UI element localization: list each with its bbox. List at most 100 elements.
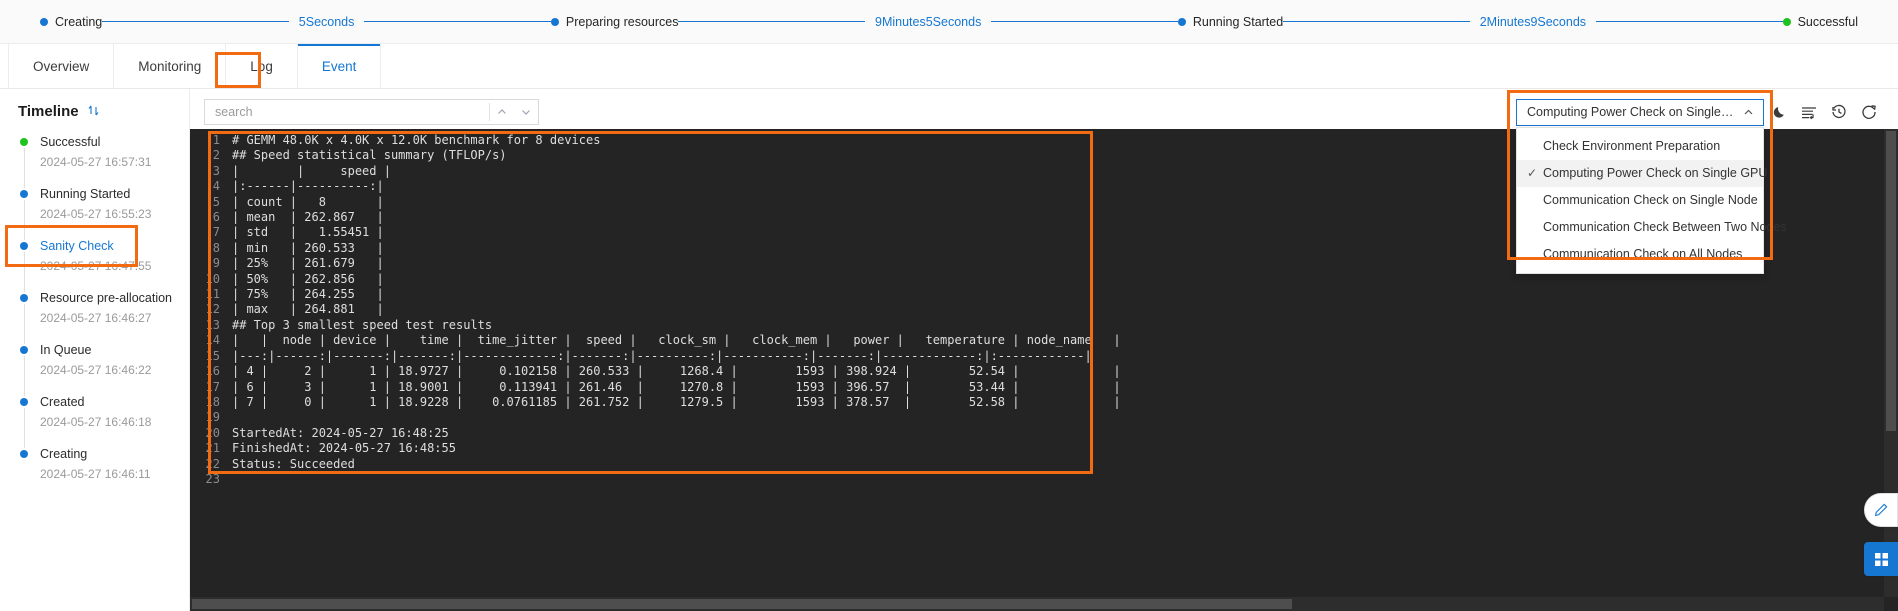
line-text: # GEMM 48.0K x 4.0K x 12.0K benchmark fo… xyxy=(232,133,601,147)
edit-pencil-icon[interactable] xyxy=(1864,493,1898,527)
grid-apps-icon[interactable] xyxy=(1864,542,1898,576)
check-type-options-menu: Check Environment Preparation ✓ Computin… xyxy=(1516,126,1787,274)
option-communication-check-on-single-node[interactable]: Communication Check on Single Node xyxy=(1517,187,1763,214)
status-line xyxy=(102,21,289,22)
line-number: 10 xyxy=(205,271,220,286)
history-icon[interactable] xyxy=(1824,97,1854,127)
scrollbar-thumb[interactable] xyxy=(1886,131,1896,431)
line-text: ## Top 3 smallest speed test results xyxy=(232,317,493,332)
terminal-line: 12 | max | 264.881 | xyxy=(190,302,1898,317)
status-segment: 2Minutes9Seconds xyxy=(1283,14,1783,29)
timeline-item-time: 2024-05-27 16:46:18 xyxy=(40,415,152,429)
line-number: 23 xyxy=(205,471,220,486)
timeline-header: Timeline xyxy=(0,103,189,134)
chevron-up-icon xyxy=(1742,106,1755,119)
line-number: 8 xyxy=(212,240,220,255)
timeline-item-created[interactable]: Created 2024-05-27 16:46:18 xyxy=(18,394,189,448)
tab-event[interactable]: Event xyxy=(297,44,382,88)
status-node-label: Successful xyxy=(1797,14,1859,29)
scrollbar-thumb[interactable] xyxy=(192,599,1292,609)
tab-log[interactable]: Log xyxy=(226,44,298,88)
tab-label: Overview xyxy=(33,58,90,74)
wrap-text-icon[interactable] xyxy=(1794,97,1824,127)
toolbar-right-group: Computing Power Check on Single GPU Chec… xyxy=(1507,89,1884,274)
event-panel: Computing Power Check on Single GPU Chec… xyxy=(190,89,1898,611)
terminal-horizontal-scrollbar[interactable] xyxy=(190,597,1884,611)
refresh-icon[interactable] xyxy=(1854,97,1884,127)
timeline-sidebar: Timeline Successful 2024-05-27 16:57:31 … xyxy=(0,89,190,611)
timeline-item-creating[interactable]: Creating 2024-05-27 16:46:11 xyxy=(18,446,189,498)
terminal-line: 22 Status: Succeeded xyxy=(190,457,1898,472)
status-duration: 9Minutes5Seconds xyxy=(875,14,982,29)
chevron-down-icon[interactable] xyxy=(514,106,538,118)
status-node-label: Running Started xyxy=(1192,14,1284,29)
line-text: | mean | 262.867 | xyxy=(232,210,384,225)
line-text: | min | 260.533 | xyxy=(232,240,384,255)
timeline-item-running-started[interactable]: Running Started 2024-05-27 16:55:23 xyxy=(18,186,189,240)
timeline-item-sanity-check[interactable]: Sanity Check 2024-05-27 16:47:55 xyxy=(18,238,189,292)
terminal-line: 14 | | node | device | time | time_jitter… xyxy=(190,333,1898,348)
terminal-line: 11 | 75% | 264.255 | xyxy=(190,287,1898,302)
option-label: Communication Check on Single Node xyxy=(1543,193,1758,207)
line-text: | | node | device | time | time_jitter |… xyxy=(232,333,1121,348)
check-type-select-button[interactable]: Computing Power Check on Single GPU xyxy=(1516,98,1764,126)
line-text: FinishedAt: 2024-05-27 16:48:55 xyxy=(232,441,456,456)
timeline-item-successful[interactable]: Successful 2024-05-27 16:57:31 xyxy=(18,134,189,188)
content-area: Timeline Successful 2024-05-27 16:57:31 … xyxy=(0,89,1898,611)
search-input[interactable] xyxy=(215,100,489,124)
status-node: Running Started xyxy=(1177,14,1284,29)
status-line xyxy=(991,21,1178,22)
status-node: Preparing resources xyxy=(550,15,678,29)
line-number: 16 xyxy=(205,364,220,379)
timeline-item-time: 2024-05-27 16:46:11 xyxy=(40,467,151,481)
option-computing-power-check-on-single-gpu[interactable]: ✓ Computing Power Check on Single GPU xyxy=(1517,159,1767,187)
timeline-item-name: In Queue xyxy=(40,343,92,357)
timeline-item-name: Sanity Check xyxy=(40,239,114,253)
status-duration: 2Minutes9Seconds xyxy=(1479,14,1587,29)
line-text: | 75% | 264.255 | xyxy=(232,287,384,302)
line-text: | 6 | 3 | 1 | 18.9001 | 0.113941 | 261.4… xyxy=(232,379,1121,394)
search-box[interactable] xyxy=(204,99,539,125)
status-node: Successful xyxy=(1782,14,1859,29)
line-number: 14 xyxy=(205,333,220,348)
terminal-line: 15 |---:|------:|-------:|-------:|------… xyxy=(190,349,1898,364)
timeline-item-name: Creating xyxy=(40,447,88,461)
line-text: | 7 | 0 | 1 | 18.9228 | 0.0761185 | 261.… xyxy=(232,394,1121,409)
timeline-item-time: 2024-05-27 16:57:31 xyxy=(40,155,152,169)
terminal-line: 21 FinishedAt: 2024-05-27 16:48:55 xyxy=(190,441,1898,456)
chevron-up-icon[interactable] xyxy=(490,106,514,118)
line-number: 11 xyxy=(205,287,220,302)
timeline-item-time: 2024-05-27 16:46:27 xyxy=(40,311,152,325)
option-check-environment-preparation[interactable]: Check Environment Preparation xyxy=(1517,133,1763,160)
check-mark-icon: ✓ xyxy=(1527,166,1538,180)
line-number: 7 xyxy=(212,225,220,240)
terminal-line: 17 | 6 | 3 | 1 | 18.9001 | 0.113941 | 261… xyxy=(190,380,1898,395)
terminal-line: 16 | 4 | 2 | 1 | 18.9727 | 0.102158 | 260… xyxy=(190,364,1898,379)
status-node: Creating xyxy=(40,15,102,29)
tab-monitoring[interactable]: Monitoring xyxy=(114,44,227,88)
line-number: 15 xyxy=(205,348,220,363)
status-dot-icon xyxy=(1177,17,1186,26)
tab-overview[interactable]: Overview xyxy=(8,44,115,88)
timeline-item-resource-pre-allocation[interactable]: Resource pre-allocation 2024-05-27 16:46… xyxy=(18,290,189,344)
status-timeline: Creating 5Seconds Preparing resources 9M… xyxy=(0,0,1898,44)
timeline-item-in-queue[interactable]: In Queue 2024-05-27 16:46:22 xyxy=(18,342,189,396)
check-type-selected-value: Computing Power Check on Single GPU xyxy=(1527,105,1736,119)
line-number: 20 xyxy=(205,425,220,440)
option-communication-check-on-all-nodes[interactable]: Communication Check on All Nodes xyxy=(1517,241,1763,268)
status-node-label: Creating xyxy=(55,14,103,29)
sort-arrows-icon[interactable] xyxy=(87,104,100,120)
line-text: | std | 1.55451 | xyxy=(232,225,384,240)
option-label: Communication Check on All Nodes xyxy=(1543,247,1743,261)
line-text: |:------|----------:| xyxy=(232,179,384,194)
option-communication-check-between-two-nodes[interactable]: Communication Check Between Two Nodes xyxy=(1517,214,1787,241)
line-number: 19 xyxy=(205,410,220,425)
moon-icon[interactable] xyxy=(1764,97,1794,127)
status-segment: 5Seconds xyxy=(102,15,551,29)
line-number: 4 xyxy=(212,179,220,194)
line-number: 18 xyxy=(205,394,220,409)
terminal-line: 19 xyxy=(190,410,1898,425)
line-number: 6 xyxy=(212,210,220,225)
status-line xyxy=(678,21,865,22)
line-text: | 4 | 2 | 1 | 18.9727 | 0.102158 | 260.5… xyxy=(232,364,1121,379)
